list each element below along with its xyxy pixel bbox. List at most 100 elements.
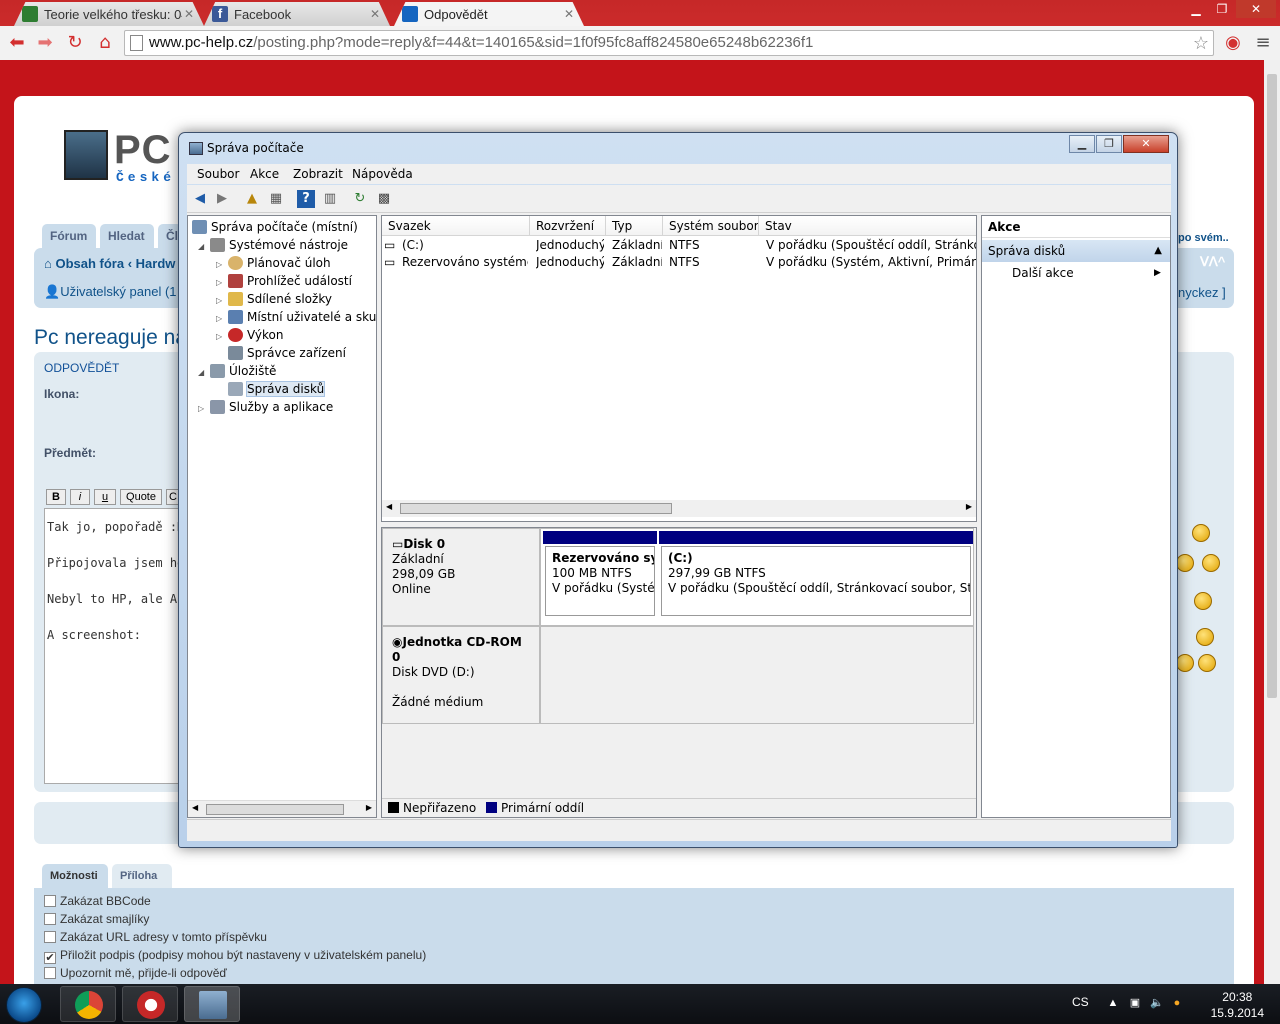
- up-folder-icon[interactable]: ▲: [243, 190, 261, 208]
- forward-icon[interactable]: ▶: [213, 190, 231, 208]
- scroll-left-icon[interactable]: ◀: [386, 502, 392, 511]
- scroll-right-icon[interactable]: ▶: [966, 502, 972, 511]
- option-attach-signature[interactable]: ✔ Přiložit podpis (podpisy mohou být nast…: [44, 948, 426, 964]
- forward-arrow-icon[interactable]: ➡: [34, 32, 56, 54]
- properties-icon[interactable]: ▩: [375, 190, 393, 208]
- tree-node-device-manager[interactable]: Správce zařízení: [228, 344, 346, 362]
- close-tab-icon[interactable]: ✕: [182, 7, 196, 21]
- expand-arrow-icon[interactable]: ▷: [216, 328, 228, 346]
- page-scrollbar[interactable]: [1264, 60, 1280, 984]
- option-disable-urls[interactable]: Zakázat URL adresy v tomto příspěvku: [44, 930, 267, 944]
- help-icon[interactable]: ?: [297, 190, 315, 208]
- app-tray-icon[interactable]: ●: [1170, 996, 1184, 1010]
- topic-title[interactable]: Pc nereaguje na: [34, 326, 187, 350]
- smiley-icon[interactable]: [1176, 554, 1194, 572]
- browser-maximize-button[interactable]: ❐: [1210, 0, 1234, 18]
- partition-c[interactable]: (C:) 297,99 GB NTFS V pořádku (Spouštěcí…: [659, 531, 973, 618]
- close-tab-icon[interactable]: ✕: [368, 7, 382, 21]
- column-header-type[interactable]: Typ: [606, 216, 663, 236]
- tree-node-local-users[interactable]: ▷Místní uživatelé a skupiny: [216, 308, 376, 326]
- checkbox[interactable]: [44, 913, 56, 925]
- taskbar-chrome[interactable]: [60, 986, 116, 1022]
- back-icon[interactable]: ◀: [191, 190, 209, 208]
- underline-button[interactable]: u: [94, 489, 116, 505]
- option-notify[interactable]: Upozornit mě, přijde-li odpověď: [44, 966, 227, 980]
- user-panel-link[interactable]: 👤Uživatelský panel (1: [44, 284, 177, 300]
- menu-icon[interactable]: ≡: [1252, 32, 1274, 54]
- start-button[interactable]: [6, 987, 42, 1023]
- browser-close-button[interactable]: ✕: [1236, 0, 1276, 18]
- reload-icon[interactable]: ↻: [64, 32, 86, 54]
- menu-help[interactable]: Nápověda: [352, 167, 413, 181]
- address-bar[interactable]: www.pc-help.cz/posting.php?mode=reply&f=…: [124, 30, 1214, 56]
- back-arrow-icon[interactable]: ⬅: [6, 32, 28, 54]
- scroll-right-icon[interactable]: ▶: [366, 803, 372, 812]
- show-hide-actions-icon[interactable]: ▥: [321, 190, 339, 208]
- network-icon[interactable]: ▣: [1128, 996, 1142, 1010]
- nav-tab-search[interactable]: Hledat: [100, 224, 154, 248]
- browser-tab-1[interactable]: Teorie velkého třesku: 04 ✕: [14, 2, 204, 26]
- tree-node-storage[interactable]: ◢ Úložiště: [198, 362, 276, 380]
- checkbox-checked[interactable]: ✔: [44, 952, 56, 964]
- bold-button[interactable]: B: [46, 489, 66, 505]
- tree-node-disk-management[interactable]: Správa disků: [228, 380, 326, 398]
- italic-button[interactable]: i: [70, 489, 90, 505]
- tree-node-system-tools[interactable]: ◢ Systémové nástroje: [198, 236, 348, 254]
- scrollbar-thumb[interactable]: [206, 804, 344, 815]
- smiley-icon[interactable]: [1192, 524, 1210, 542]
- minimize-button[interactable]: ▁: [1069, 135, 1095, 153]
- smiley-icon[interactable]: [1194, 592, 1212, 610]
- message-textarea[interactable]: Tak jo, popořadě :D Připojovala jsem ho …: [44, 508, 184, 784]
- tree-node-task-scheduler[interactable]: ▷ Plánovač úloh: [216, 254, 331, 272]
- maximize-button[interactable]: ❐: [1096, 135, 1122, 153]
- column-header-layout[interactable]: Rozvržení: [530, 216, 606, 236]
- tree-node-performance[interactable]: ▷ Výkon: [216, 326, 283, 344]
- site-logo[interactable]: PC: [114, 128, 172, 173]
- browser-tab-3-active[interactable]: Odpovědět ✕: [394, 2, 584, 26]
- option-disable-bbcode[interactable]: Zakázat BBCode: [44, 894, 151, 908]
- tree-node-computer-management[interactable]: Správa počítače (místní): [192, 218, 358, 236]
- taskbar-computer-management[interactable]: [184, 986, 240, 1022]
- taskbar-power-app[interactable]: [122, 986, 178, 1022]
- browser-tab-2[interactable]: f Facebook ✕: [204, 2, 390, 26]
- collapse-arrow-icon[interactable]: ▲: [1154, 240, 1162, 262]
- menu-action[interactable]: Akce: [250, 167, 279, 181]
- right-nav-link[interactable]: po svém..: [1178, 232, 1229, 244]
- list-horizontal-scrollbar[interactable]: ◀ ▶: [382, 500, 976, 517]
- smiley-icon[interactable]: [1202, 554, 1220, 572]
- scroll-left-icon[interactable]: ◀: [192, 803, 198, 812]
- column-header-filesystem[interactable]: Systém souborů: [663, 216, 759, 236]
- font-size-change-icon[interactable]: ᐯᐱ^: [1200, 254, 1225, 270]
- menu-file[interactable]: Soubor: [197, 167, 239, 181]
- smiley-icon[interactable]: [1176, 654, 1194, 672]
- cdrom-0-info[interactable]: ◉Jednotka CD-ROM 0 Disk DVD (D:) Žádné m…: [382, 626, 540, 724]
- breadcrumb[interactable]: ⌂ Obsah fóra ‹ Hardw: [44, 256, 175, 271]
- extension-icon[interactable]: ◉: [1222, 32, 1244, 54]
- tree-node-services-applications[interactable]: ▷ Služby a aplikace: [198, 398, 333, 416]
- tree-node-shared-folders[interactable]: ▷ Sdílené složky: [216, 290, 332, 308]
- checkbox[interactable]: [44, 967, 56, 979]
- close-tab-icon[interactable]: ✕: [562, 7, 576, 21]
- scrollbar-thumb[interactable]: [400, 503, 672, 514]
- tree-node-event-viewer[interactable]: ▷ Prohlížeč událostí: [216, 272, 352, 290]
- partition-system-reserved[interactable]: Rezervováno systémem 100 MB NTFS V pořád…: [543, 531, 657, 618]
- column-header-volume[interactable]: Svazek: [382, 216, 530, 236]
- option-disable-smilies[interactable]: Zakázat smajlíky: [44, 912, 149, 926]
- checkbox[interactable]: [44, 895, 56, 907]
- actions-section-disk-management[interactable]: Správa disků ▲: [982, 240, 1170, 262]
- column-header-status[interactable]: Stav: [759, 216, 976, 236]
- expand-arrow-icon[interactable]: ▷: [198, 400, 210, 418]
- show-hide-tree-icon[interactable]: ▦: [267, 190, 285, 208]
- nav-tab-forum[interactable]: Fórum: [42, 224, 96, 248]
- more-actions-item[interactable]: Další akce: [1012, 266, 1074, 280]
- checkbox[interactable]: [44, 931, 56, 943]
- expand-arrow-icon[interactable]: ◢: [198, 238, 210, 256]
- smiley-icon[interactable]: [1196, 628, 1214, 646]
- menu-view[interactable]: Zobrazit: [293, 167, 343, 181]
- language-indicator[interactable]: CS: [1072, 995, 1089, 1009]
- browser-minimize-button[interactable]: ▁: [1184, 0, 1208, 18]
- logout-link[interactable]: nyckez ]: [1178, 285, 1226, 300]
- tab-attachment[interactable]: Příloha: [112, 864, 172, 888]
- tab-options[interactable]: Možnosti: [42, 864, 108, 888]
- home-icon[interactable]: ⌂: [94, 32, 116, 54]
